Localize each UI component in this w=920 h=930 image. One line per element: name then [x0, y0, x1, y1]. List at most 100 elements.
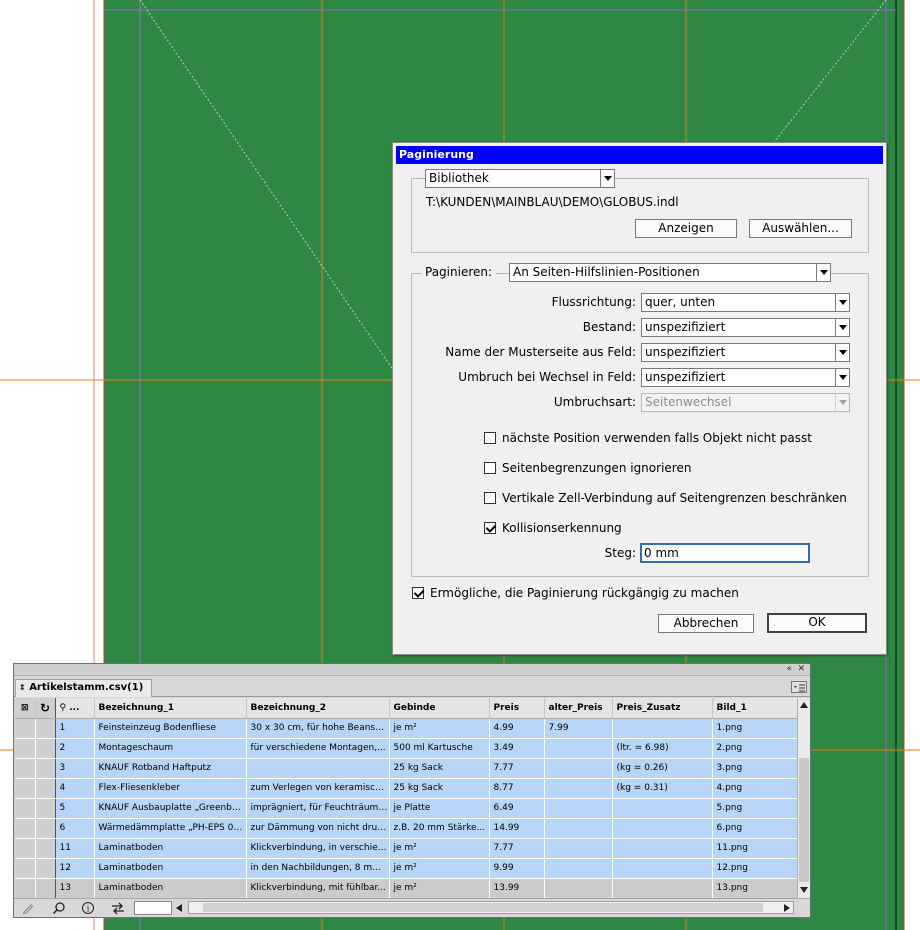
ok-button[interactable]: OK: [767, 613, 867, 633]
table-cell[interactable]: 12: [55, 858, 95, 879]
show-button[interactable]: Anzeigen: [635, 219, 737, 238]
scroll-left-icon[interactable]: [176, 904, 182, 912]
table-cell[interactable]: zur Dämmung von nicht druc...: [246, 818, 390, 839]
stock-select[interactable]: unspezifiziert: [641, 318, 850, 337]
table-cell[interactable]: 30 x 30 cm, für hohe Beansp...: [246, 718, 390, 739]
checkbox-box[interactable]: [484, 522, 496, 534]
table-cell[interactable]: 3.49: [489, 738, 545, 759]
row-stub[interactable]: [15, 798, 36, 819]
table-cell[interactable]: [544, 798, 613, 819]
table-cell[interactable]: Flex-Fliesenkleber: [94, 778, 247, 799]
column-header[interactable]: Gebinde: [389, 698, 490, 719]
table-row[interactable]: 6 Wärmedämmplatte „PH-EPS 040“ zur Dämmung…: [15, 818, 797, 839]
refresh-icon[interactable]: ↻: [35, 698, 56, 719]
row-stub[interactable]: [15, 818, 36, 839]
page-input[interactable]: [134, 901, 172, 915]
table-cell[interactable]: 11: [55, 838, 95, 859]
table-cell[interactable]: 1.png: [712, 718, 797, 739]
cancel-button[interactable]: Abbrechen: [658, 614, 754, 633]
next-position-checkbox[interactable]: nächste Position verwenden falls Objekt …: [484, 430, 812, 446]
table-cell[interactable]: 6: [55, 818, 95, 839]
table-cell[interactable]: [544, 858, 613, 879]
table-cell[interactable]: [544, 838, 613, 859]
table-cell[interactable]: 25 kg Sack: [389, 758, 490, 779]
table-cell[interactable]: 3.png: [712, 758, 797, 779]
row-stub[interactable]: [35, 798, 56, 819]
table-cell[interactable]: Klickverbindung, in verschied...: [246, 838, 390, 859]
table-cell[interactable]: [544, 818, 613, 839]
table-row[interactable]: 1 Feinsteinzeug Bodenfliese 30 x 30 cm, fü…: [15, 718, 797, 739]
table-cell[interactable]: 6.png: [712, 818, 797, 839]
table-cell[interactable]: je m²: [389, 838, 490, 859]
scroll-thumb[interactable]: [799, 758, 809, 882]
table-cell[interactable]: 4: [55, 778, 95, 799]
row-stub[interactable]: [15, 858, 36, 879]
table-cell[interactable]: je m²: [389, 718, 490, 739]
table-cell[interactable]: Wärmedämmplatte „PH-EPS 040“: [94, 818, 247, 839]
select-all-icon[interactable]: ⊠: [15, 698, 36, 719]
row-stub[interactable]: [35, 818, 56, 839]
table-cell[interactable]: 9.99: [489, 858, 545, 879]
checkbox-box[interactable]: [484, 492, 496, 504]
table-cell[interactable]: für verschiedene Montagen,...: [246, 738, 390, 759]
table-cell[interactable]: Feinsteinzeug Bodenfliese: [94, 718, 247, 739]
table-row[interactable]: 13 Laminatboden Klickverbindung, mit fühlb…: [15, 878, 797, 898]
table-cell[interactable]: je m²: [389, 858, 490, 879]
row-stub[interactable]: [15, 878, 36, 898]
table-cell[interactable]: [612, 878, 713, 898]
table-cell[interactable]: 1: [55, 718, 95, 739]
table-cell[interactable]: 500 ml Kartusche: [389, 738, 490, 759]
row-stub[interactable]: [35, 838, 56, 859]
column-header[interactable]: Bezeichnung_2: [246, 698, 390, 719]
column-header[interactable]: Bild_1: [712, 698, 797, 719]
row-stub[interactable]: [35, 858, 56, 879]
table-cell[interactable]: Montageschaum: [94, 738, 247, 759]
flow-direction-select[interactable]: quer, unten: [641, 293, 850, 312]
master-page-field-select[interactable]: unspezifiziert: [641, 343, 850, 362]
ignore-page-bounds-checkbox[interactable]: Seitenbegrenzungen ignorieren: [484, 460, 691, 476]
row-stub[interactable]: [35, 758, 56, 779]
column-header[interactable]: ⚲ ...: [55, 698, 95, 719]
column-header[interactable]: Preis_Zusatz: [612, 698, 713, 719]
table-cell[interactable]: [612, 858, 713, 879]
table-cell[interactable]: 4.png: [712, 778, 797, 799]
table-row[interactable]: 5 KNAUF Ausbauplatte „Greenboard“ imprägni…: [15, 798, 797, 819]
table-cell[interactable]: 5.png: [712, 798, 797, 819]
panel-menu-icon[interactable]: [791, 681, 807, 693]
row-stub[interactable]: [15, 838, 36, 859]
table-cell[interactable]: 13.99: [489, 878, 545, 898]
row-stub[interactable]: [35, 738, 56, 759]
close-icon[interactable]: ✕: [797, 664, 805, 675]
table-cell[interactable]: 2.png: [712, 738, 797, 759]
choose-button[interactable]: Auswählen...: [749, 219, 852, 238]
table-row[interactable]: 2 Montageschaum für verschiedene Montagen,…: [15, 738, 797, 759]
vertical-cell-merge-checkbox[interactable]: Vertikale Zell-Verbindung auf Seitengren…: [484, 490, 847, 506]
table-cell[interactable]: (kg = 0.26): [612, 758, 713, 779]
row-stub[interactable]: [35, 778, 56, 799]
info-icon[interactable]: i: [81, 901, 97, 916]
paginate-select[interactable]: An Seiten-Hilfslinien-Positionen: [509, 263, 831, 282]
scroll-down-icon[interactable]: [800, 887, 808, 893]
column-header[interactable]: Preis: [489, 698, 545, 719]
table-cell[interactable]: [612, 838, 713, 859]
undo-checkbox[interactable]: Ermögliche, die Paginierung rückgängig z…: [412, 585, 739, 601]
table-cell[interactable]: z.B. 20 mm Stärke...: [389, 818, 490, 839]
table-row[interactable]: 4 Flex-Fliesenkleber zum Verlegen von kera…: [15, 778, 797, 799]
table-cell[interactable]: Laminatboden: [94, 878, 247, 898]
vertical-scrollbar[interactable]: [797, 698, 810, 898]
table-cell[interactable]: 14.99: [489, 818, 545, 839]
table-cell[interactable]: 7.77: [489, 758, 545, 779]
table-cell[interactable]: 7.99: [544, 718, 613, 739]
table-cell[interactable]: Klickverbindung, mit fühlbar...: [246, 878, 390, 898]
table-cell[interactable]: 8.77: [489, 778, 545, 799]
table-cell[interactable]: 5: [55, 798, 95, 819]
column-header[interactable]: alter_Preis: [544, 698, 613, 719]
table-row[interactable]: 12 Laminatboden in den Nachbildungen, 8 mm…: [15, 858, 797, 879]
source-select[interactable]: Bibliothek: [425, 169, 615, 188]
steg-input[interactable]: 0 mm: [640, 543, 810, 563]
table-cell[interactable]: 4.99: [489, 718, 545, 739]
row-stub[interactable]: [15, 758, 36, 779]
scroll-thumb[interactable]: [203, 903, 763, 912]
table-cell[interactable]: je m²: [389, 878, 490, 898]
search-icon[interactable]: [52, 901, 68, 916]
